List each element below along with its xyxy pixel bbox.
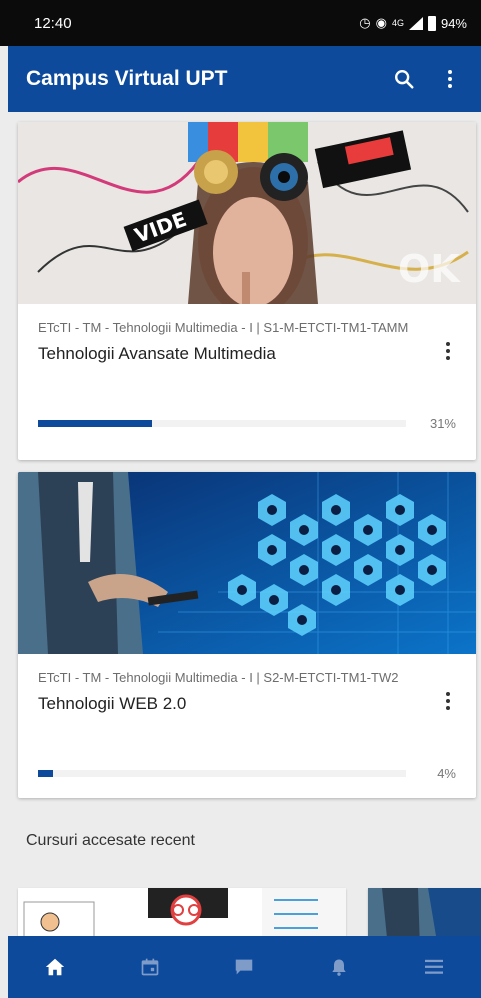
course-title[interactable]: Tehnologii Avansate Multimedia [38,344,456,364]
course-image-web [18,472,476,654]
svg-text:OK: OK [398,247,461,291]
notifications-icon[interactable] [319,947,359,987]
app-bar: Campus Virtual UPT [8,46,481,112]
progress-fill [38,420,153,427]
eye-icon: ◉ [375,15,387,30]
course-options-icon[interactable] [446,342,450,360]
status-time: 12:40 [34,14,72,32]
course-title[interactable]: Tehnologii WEB 2.0 [38,694,456,714]
recent-courses-heading: Cursuri accesate recent [26,832,195,849]
course-card[interactable]: ETcTI - TM - Tehnologii Multimedia - I |… [18,472,476,798]
progress-bar [38,770,406,777]
menu-icon[interactable] [414,947,454,987]
status-bar: 12:40 ◷ ◉ 4G 94% [0,0,481,46]
course-image-multimedia: VIDE OK [18,122,476,304]
course-card[interactable]: VIDE OK ETcTI - TM - Tehnologii Multimed… [18,122,476,460]
alarm-icon: ◷ [359,15,371,30]
battery-icon [427,15,436,31]
dashboard-content: VIDE OK ETcTI - TM - Tehnologii Multimed… [0,112,481,936]
progress-bar [38,420,406,427]
battery-level: 94% [440,15,467,31]
network-label: 4G [391,18,404,28]
progress-percent: 31% [429,416,456,431]
progress-percent: 4% [437,766,456,781]
more-options-icon[interactable] [437,66,463,92]
course-progress: 4% [38,766,456,781]
app-title: Campus Virtual UPT [26,67,228,90]
course-category: ETcTI - TM - Tehnologii Multimedia - I |… [38,670,399,685]
course-options-icon[interactable] [446,692,450,710]
recent-course-card[interactable] [18,888,346,936]
course-progress: 31% [38,416,456,431]
course-category: ETcTI - TM - Tehnologii Multimedia - I |… [38,320,409,335]
search-icon[interactable] [391,66,417,92]
progress-fill [38,770,53,777]
recent-course-card[interactable] [368,888,481,936]
status-indicators: ◷ ◉ 4G 94% [359,15,467,31]
signal-icon [408,16,423,30]
messages-icon[interactable] [224,947,264,987]
home-icon[interactable] [35,947,75,987]
calendar-icon[interactable] [130,947,170,987]
bottom-navigation [8,936,481,998]
